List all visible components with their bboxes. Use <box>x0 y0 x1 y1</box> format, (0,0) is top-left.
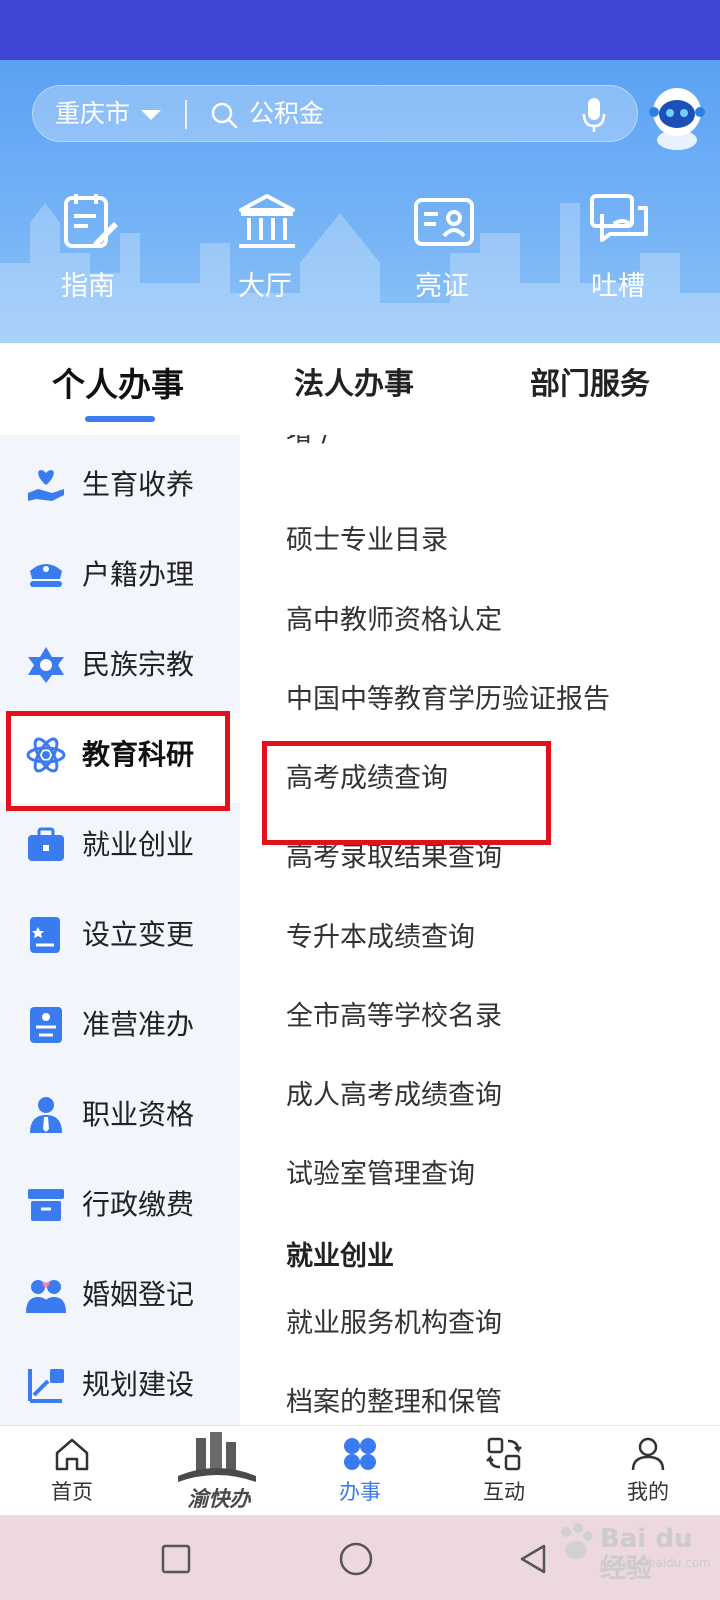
nav-home[interactable]: 首页 <box>0 1426 144 1516</box>
sidebar-item-label: 民族宗教 <box>82 648 195 681</box>
sidebar-selection-highlight <box>6 711 230 811</box>
sidebar-item-qualifications[interactable]: 职业资格 <box>0 1073 240 1163</box>
services-icon <box>344 1438 376 1470</box>
sidebar-item-label: 生育收养 <box>82 468 195 501</box>
hall-icon <box>239 194 295 248</box>
profile-icon <box>631 1437 665 1471</box>
sidebar-item-permits[interactable]: 准营准办 <box>0 983 240 1073</box>
home-circle-icon[interactable] <box>338 1541 374 1577</box>
briefcase-icon <box>28 827 64 861</box>
nav-profile[interactable]: 我的 <box>576 1426 720 1516</box>
brand-logo-text: 渝快办 <box>187 1487 251 1511</box>
nav-label: 办事 <box>339 1480 381 1504</box>
status-bar <box>0 0 720 60</box>
list-item[interactable]: 全市高等学校名录 <box>286 999 502 1035</box>
baidu-watermark: Bai du 经验 jingyan.baidu.com <box>556 1518 711 1584</box>
planning-icon <box>28 1369 64 1403</box>
bottom-navigation: 首页 办事 互动 我的 <box>0 1425 720 1515</box>
sidebar-item-marriage[interactable]: 婚姻登记 <box>0 1253 240 1343</box>
home-icon <box>55 1438 89 1471</box>
list-item[interactable]: 就业服务机构查询 <box>286 1306 502 1342</box>
payment-box-icon <box>28 1189 64 1221</box>
marriage-icon <box>26 1280 66 1313</box>
list-item[interactable]: 高中教师资格认定 <box>286 603 502 639</box>
list-item[interactable]: 成人高考成绩查询 <box>286 1078 502 1114</box>
watermark-text: Bai du 经验 <box>600 1524 693 1584</box>
quick-action-label: 亮证 <box>415 271 469 302</box>
star-emblem-icon <box>28 647 64 683</box>
sidebar-item-label: 设立变更 <box>82 918 195 951</box>
search-icon <box>211 102 238 129</box>
watermark-url: jingyan.baidu.com <box>600 1556 711 1570</box>
quick-action-label: 指南 <box>61 271 115 302</box>
sidebar-item-establishment[interactable]: 设立变更 <box>0 893 240 983</box>
sidebar-item-label: 行政缴费 <box>82 1188 195 1221</box>
nav-label: 首页 <box>51 1480 93 1504</box>
tab-department[interactable]: 部门服务 <box>530 365 650 405</box>
sidebar-item-label: 就业创业 <box>82 828 195 861</box>
registration-icon <box>30 917 60 953</box>
sidebar-item-planning[interactable]: 规划建设 <box>0 1343 240 1425</box>
paw-icon <box>561 1523 593 1559</box>
chevron-down-icon[interactable] <box>141 110 161 120</box>
city-selector[interactable]: 重庆市 <box>55 99 130 129</box>
quick-action-id-card[interactable]: 亮证 <box>382 190 502 320</box>
list-item-cut-off: 增 / <box>286 435 331 451</box>
feedback-icon <box>590 194 648 242</box>
sidebar-item-ethnic-religion[interactable]: 民族宗教 <box>0 623 240 713</box>
recent-apps-icon[interactable] <box>160 1543 192 1575</box>
sidebar-item-label: 户籍办理 <box>82 558 195 591</box>
search-input[interactable]: 公积金 <box>249 99 324 129</box>
back-triangle-icon[interactable] <box>518 1543 548 1575</box>
professional-icon <box>30 1097 62 1133</box>
interact-icon <box>486 1437 522 1471</box>
search-bar[interactable]: 重庆市 公积金 <box>32 85 638 142</box>
search-divider <box>185 100 187 129</box>
tab-legal-entity[interactable]: 法人办事 <box>294 365 414 405</box>
tab-personal[interactable]: 个人办事 <box>52 365 184 405</box>
list-item[interactable]: 档案的整理和保管 <box>286 1385 502 1421</box>
quick-action-label: 大厅 <box>238 271 292 302</box>
service-list: 增 / 硕士专业目录 高中教师资格认定 中国中等教育学历验证报告 高考成绩查询 … <box>240 435 720 1425</box>
childcare-icon <box>28 470 64 501</box>
sidebar-item-employment[interactable]: 就业创业 <box>0 803 240 893</box>
sidebar-item-household[interactable]: 户籍办理 <box>0 533 240 623</box>
sidebar-item-label: 规划建设 <box>82 1368 195 1401</box>
header-hero: 重庆市 公积金 指南 大厅 亮证 吐槽 <box>0 60 720 343</box>
list-item[interactable]: 专升本成绩查询 <box>286 920 475 956</box>
sidebar-item-label: 婚姻登记 <box>82 1278 195 1311</box>
list-item[interactable]: 硕士专业目录 <box>286 523 448 559</box>
list-selection-highlight <box>262 741 551 845</box>
nav-label: 我的 <box>627 1480 669 1504</box>
category-tabs: 个人办事 法人办事 部门服务 <box>0 343 720 435</box>
nav-label: 互动 <box>483 1480 525 1504</box>
active-tab-indicator <box>85 416 155 422</box>
police-cap-icon <box>30 564 62 587</box>
sidebar-item-admin-fees[interactable]: 行政缴费 <box>0 1163 240 1253</box>
quick-action-feedback[interactable]: 吐槽 <box>558 190 678 320</box>
id-card-icon <box>414 198 474 246</box>
list-item[interactable]: 中国中等教育学历验证报告 <box>286 682 610 718</box>
nav-services[interactable]: 办事 <box>288 1426 432 1516</box>
sidebar-item-childcare[interactable]: 生育收养 <box>0 443 240 533</box>
quick-action-hall[interactable]: 大厅 <box>205 190 325 320</box>
sidebar-item-label: 职业资格 <box>82 1098 195 1131</box>
nav-interact[interactable]: 互动 <box>432 1426 576 1516</box>
microphone-icon[interactable] <box>581 96 607 134</box>
list-section-heading: 就业创业 <box>286 1241 394 1272</box>
quick-action-guide[interactable]: 指南 <box>28 190 148 320</box>
sidebar-item-label: 准营准办 <box>82 1008 195 1041</box>
guide-icon <box>64 194 118 248</box>
list-item[interactable]: 试验室管理查询 <box>286 1157 475 1193</box>
quick-action-label: 吐槽 <box>591 271 645 302</box>
permit-icon <box>30 1007 62 1043</box>
list-item[interactable]: 高考录取结果查询 <box>286 840 502 876</box>
category-sidebar: 生育收养 户籍办理 民族宗教 教育科研 就业创业 设立变更 准营准办 职业资格 … <box>0 435 240 1425</box>
robot-assistant-icon[interactable] <box>648 82 706 152</box>
